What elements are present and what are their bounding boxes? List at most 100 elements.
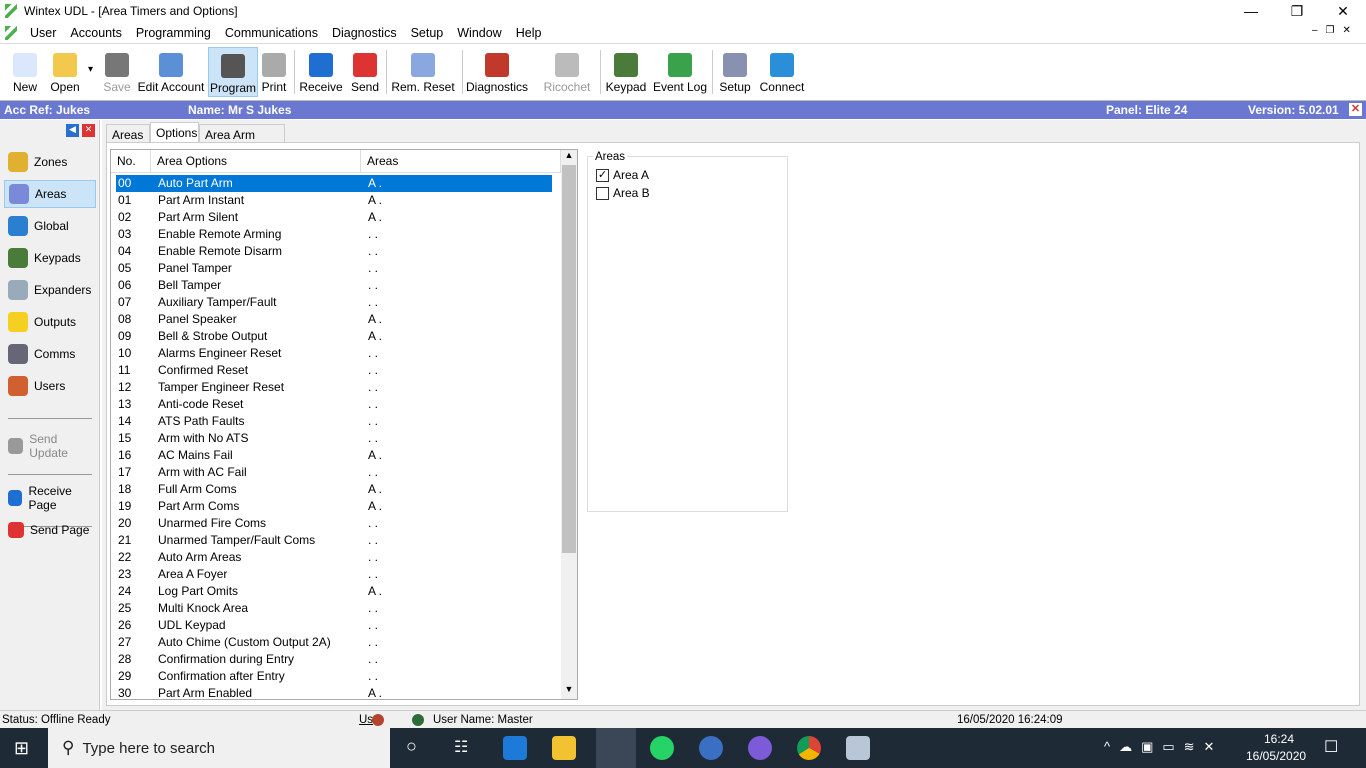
system-tray-icons[interactable]: ^☁▣▭≋✕: [1104, 739, 1223, 755]
list-item[interactable]: 01 Part Arm Instant A .: [116, 192, 552, 209]
column-areas[interactable]: Areas: [361, 150, 561, 173]
ricochet-button[interactable]: Ricochet: [540, 47, 594, 97]
sidebar-item-keypads[interactable]: Keypads: [4, 244, 96, 272]
checkbox-checked-icon[interactable]: ✓: [596, 168, 609, 182]
scroll-down-icon[interactable]: ▼: [561, 684, 577, 698]
taskbar-search[interactable]: ⚲ Type here to search: [48, 728, 390, 768]
clock-date[interactable]: 16/05/2020: [1246, 749, 1306, 763]
new-button[interactable]: New: [4, 47, 46, 97]
column-area-options[interactable]: Area Options: [151, 150, 361, 173]
open-button[interactable]: Open: [44, 47, 86, 97]
list-item[interactable]: 09 Bell & Strobe Output A .: [116, 328, 552, 345]
list-item[interactable]: 07 Auxiliary Tamper/Fault . .: [116, 294, 552, 311]
sidebar-item-areas[interactable]: Areas: [4, 180, 96, 208]
menu-accounts[interactable]: Accounts: [63, 26, 128, 40]
print-button[interactable]: Print: [258, 47, 290, 97]
sidebar-item-outputs[interactable]: Outputs: [4, 308, 96, 336]
list-item[interactable]: 27 Auto Chime (Custom Output 2A) . .: [116, 634, 552, 651]
sidebar-item-users[interactable]: Users: [4, 372, 96, 400]
list-item[interactable]: 12 Tamper Engineer Reset . .: [116, 379, 552, 396]
keypad-button[interactable]: Keypad: [604, 47, 648, 97]
menu-user[interactable]: User: [23, 26, 63, 40]
column-no[interactable]: No.: [111, 150, 151, 173]
menu-communications[interactable]: Communications: [218, 26, 325, 40]
tab-areas[interactable]: Areas: [106, 124, 150, 143]
setup-button[interactable]: Setup: [716, 47, 754, 97]
send-update-button[interactable]: Send Update: [4, 432, 96, 460]
edit-account-button[interactable]: Edit Account: [136, 47, 206, 97]
maximize-button[interactable]: ❐: [1274, 0, 1320, 22]
list-item[interactable]: 15 Arm with No ATS . .: [116, 430, 552, 447]
list-item[interactable]: 11 Confirmed Reset . .: [116, 362, 552, 379]
open-dropdown-icon[interactable]: ▾: [88, 64, 93, 75]
checkbox-area-a[interactable]: ✓ Area A: [596, 168, 649, 182]
checkbox-area-b[interactable]: Area B: [596, 186, 650, 200]
whatsapp-icon[interactable]: [650, 736, 674, 760]
tab-area-arm-suites[interactable]: Area Arm Suites: [199, 124, 285, 156]
list-item[interactable]: 24 Log Part Omits A .: [116, 583, 552, 600]
file-explorer-icon[interactable]: [552, 736, 576, 760]
send-button[interactable]: Send: [346, 47, 384, 97]
list-item[interactable]: 26 UDL Keypad . .: [116, 617, 552, 634]
chrome-icon[interactable]: [797, 736, 821, 760]
list-item[interactable]: 00 Auto Part Arm A .: [116, 175, 552, 192]
program-button[interactable]: Program: [208, 47, 258, 97]
m-app-icon[interactable]: [699, 736, 723, 760]
list-item[interactable]: 23 Area A Foyer . .: [116, 566, 552, 583]
menu-window[interactable]: Window: [450, 26, 508, 40]
rem-reset-button[interactable]: Rem. Reset: [390, 47, 456, 97]
list-item[interactable]: 08 Panel Speaker A .: [116, 311, 552, 328]
list-item[interactable]: 19 Part Arm Coms A .: [116, 498, 552, 515]
menu-programming[interactable]: Programming: [129, 26, 218, 40]
menu-diagnostics[interactable]: Diagnostics: [325, 26, 404, 40]
list-item[interactable]: 10 Alarms Engineer Reset . .: [116, 345, 552, 362]
windows-start-icon[interactable]: ⊞: [14, 738, 29, 759]
collapse-sidebar-icon[interactable]: ◀: [66, 124, 79, 137]
close-sidebar-icon[interactable]: ✕: [82, 124, 95, 137]
list-item[interactable]: 20 Unarmed Fire Coms . .: [116, 515, 552, 532]
list-item[interactable]: 06 Bell Tamper . .: [116, 277, 552, 294]
area-options-list[interactable]: No. Area Options Areas 00 Auto Part Arm A …: [110, 149, 578, 700]
close-button[interactable]: ✕: [1320, 0, 1366, 22]
list-item[interactable]: 14 ATS Path Faults . .: [116, 413, 552, 430]
scroll-up-icon[interactable]: ▲: [561, 150, 577, 164]
list-scrollbar[interactable]: ▲ ▼: [561, 150, 577, 699]
cortana-icon[interactable]: ○: [406, 736, 417, 757]
wintex-taskbar-icon[interactable]: [596, 728, 636, 768]
minimize-button[interactable]: —: [1228, 0, 1274, 22]
mdi-window-controls[interactable]: –❐✕: [1312, 25, 1359, 36]
save-button[interactable]: Save: [100, 47, 134, 97]
tab-options[interactable]: Options: [150, 122, 199, 144]
viber-icon[interactable]: [748, 736, 772, 760]
sidebar-item-global[interactable]: Global: [4, 212, 96, 240]
list-item[interactable]: 04 Enable Remote Disarm . .: [116, 243, 552, 260]
sidebar-item-comms[interactable]: Comms: [4, 340, 96, 368]
list-item[interactable]: 22 Auto Arm Areas . .: [116, 549, 552, 566]
menu-help[interactable]: Help: [509, 26, 549, 40]
sidebar-item-expanders[interactable]: Expanders: [4, 276, 96, 304]
task-view-icon[interactable]: ☷: [454, 737, 468, 757]
list-item[interactable]: 03 Enable Remote Arming . .: [116, 226, 552, 243]
connect-button[interactable]: Connect: [758, 47, 806, 97]
sidebar-item-zones[interactable]: Zones: [4, 148, 96, 176]
list-item[interactable]: 29 Confirmation after Entry . .: [116, 668, 552, 685]
list-item[interactable]: 17 Arm with AC Fail . .: [116, 464, 552, 481]
list-item[interactable]: 30 Part Arm Enabled A .: [116, 685, 552, 699]
edge-icon[interactable]: [503, 736, 527, 760]
receive-page-button[interactable]: Receive Page: [4, 484, 96, 512]
list-item[interactable]: 13 Anti-code Reset . .: [116, 396, 552, 413]
list-item[interactable]: 02 Part Arm Silent A .: [116, 209, 552, 226]
list-item[interactable]: 16 AC Mains Fail A .: [116, 447, 552, 464]
list-item[interactable]: 25 Multi Knock Area . .: [116, 600, 552, 617]
clock-time[interactable]: 16:24: [1264, 732, 1294, 746]
list-item[interactable]: 18 Full Arm Coms A .: [116, 481, 552, 498]
scrollbar-thumb[interactable]: [562, 165, 576, 553]
paint-icon[interactable]: [846, 736, 870, 760]
list-item[interactable]: 21 Unarmed Tamper/Fault Coms . .: [116, 532, 552, 549]
receive-button[interactable]: Receive: [298, 47, 344, 97]
list-item[interactable]: 28 Confirmation during Entry . .: [116, 651, 552, 668]
notifications-icon[interactable]: ☐: [1324, 737, 1338, 757]
menu-setup[interactable]: Setup: [404, 26, 451, 40]
list-item[interactable]: 05 Panel Tamper . .: [116, 260, 552, 277]
checkbox-unchecked-icon[interactable]: [596, 186, 609, 200]
